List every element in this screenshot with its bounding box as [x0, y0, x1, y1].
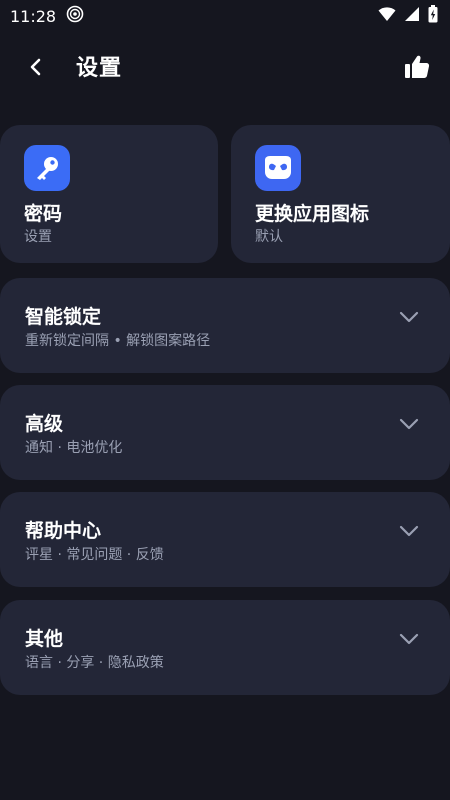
section-title: 帮助中心 [25, 520, 102, 542]
change-icon-card[interactable]: 更换应用图标 默认 [231, 125, 450, 263]
section-subtitle: 语言 · 分享 · 隐私政策 [25, 655, 164, 671]
like-button[interactable] [398, 48, 436, 86]
app-bar: 设置 [0, 36, 450, 98]
signal-icon [404, 6, 420, 26]
section-title: 高级 [25, 413, 64, 435]
password-subtitle: 设置 [24, 229, 52, 245]
section-title: 智能锁定 [25, 306, 102, 328]
help-center-section[interactable]: 帮助中心 评星 · 常见问题 · 反馈 [0, 492, 450, 587]
change-icon-subtitle: 默认 [255, 229, 283, 245]
password-title: 密码 [24, 203, 63, 225]
status-bar: 11:28 [0, 0, 450, 32]
chevron-down-icon[interactable] [398, 628, 420, 650]
battery-charging-icon [428, 5, 438, 27]
key-icon [37, 157, 58, 180]
change-icon-app-icon [255, 145, 301, 191]
chevron-left-icon [30, 58, 41, 76]
status-right [378, 5, 438, 27]
wifi-icon [378, 6, 396, 26]
advanced-section[interactable]: 高级 通知 · 电池优化 [0, 385, 450, 480]
thumbs-up-icon [405, 55, 430, 78]
password-app-icon [24, 145, 70, 191]
other-section[interactable]: 其他 语言 · 分享 · 隐私政策 [0, 600, 450, 695]
page-title: 设置 [76, 56, 123, 81]
section-title: 其他 [25, 628, 64, 650]
smart-lock-section[interactable]: 智能锁定 重新锁定间隔 • 解锁图案路径 [0, 278, 450, 373]
chevron-down-icon[interactable] [398, 306, 420, 328]
section-subtitle: 评星 · 常见问题 · 反馈 [25, 547, 164, 563]
chevron-down-icon[interactable] [398, 413, 420, 435]
focus-mode-icon [66, 5, 84, 27]
status-left: 11:28 [10, 5, 84, 27]
mask-icon [265, 156, 291, 179]
chevron-down-icon[interactable] [398, 520, 420, 542]
password-card[interactable]: 密码 设置 [0, 125, 218, 263]
section-subtitle: 通知 · 电池优化 [25, 440, 123, 456]
change-icon-title: 更换应用图标 [255, 203, 370, 225]
status-time: 11:28 [10, 6, 57, 26]
back-button[interactable] [18, 49, 54, 85]
section-subtitle: 重新锁定间隔 • 解锁图案路径 [25, 333, 211, 349]
